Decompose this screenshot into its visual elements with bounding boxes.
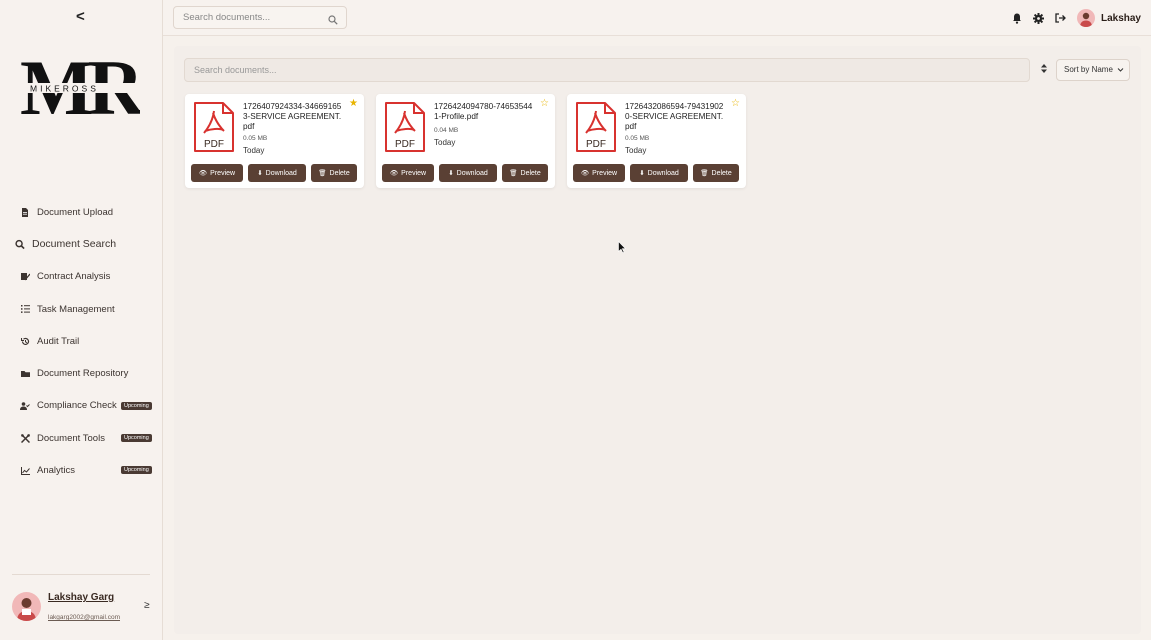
sidebar-item-label: Document Upload <box>37 206 114 218</box>
collapse-sidebar-button[interactable]: < <box>76 8 85 25</box>
star-filled-icon[interactable]: ★ <box>349 98 358 110</box>
file-size: 0.05 MB <box>243 135 268 142</box>
star-outline-icon[interactable]: ☆ <box>540 98 549 110</box>
sort-selected-value: Sort by Name <box>1064 65 1113 74</box>
eye-icon: 👁 <box>580 170 590 177</box>
user-check-icon <box>20 401 30 411</box>
sidebar-item-compliance-check[interactable]: Compliance Check Upcoming <box>0 390 163 422</box>
download-button[interactable]: ⬇ Download <box>439 164 497 182</box>
expand-user-menu-button[interactable]: ≥ <box>144 600 150 611</box>
tools-icon <box>20 433 30 443</box>
logout-icon[interactable] <box>1055 12 1067 24</box>
user-profile[interactable]: Lakshay Garg lakgarg2002@gmail.com ≥ <box>12 590 157 626</box>
sidebar: < MR MIKEROSS Document Upload Document S… <box>0 0 163 640</box>
avatar <box>12 592 41 621</box>
search-icon <box>15 239 25 250</box>
pdf-label: PDF <box>204 139 224 150</box>
delete-button[interactable]: 🗑 Delete <box>311 164 357 182</box>
user-email[interactable]: lakgarg2002@gmail.com <box>48 614 120 621</box>
top-search-placeholder: Search documents... <box>183 12 271 23</box>
file-date: Today <box>625 146 647 155</box>
sidebar-item-label: Contract Analysis <box>37 271 111 283</box>
document-search-placeholder: Search documents... <box>194 65 277 75</box>
search-icon[interactable] <box>328 12 338 33</box>
document-card[interactable]: PDF 1726424094780-746535441-Profile.pdf … <box>376 94 555 188</box>
sidebar-item-document-repository[interactable]: Document Repository <box>0 357 163 389</box>
documents-panel: Search documents... Sort by Name PDF 172… <box>174 46 1141 634</box>
file-date: Today <box>243 146 265 155</box>
sidebar-item-audit-trail[interactable]: Audit Trail <box>0 325 163 357</box>
top-search-input[interactable]: Search documents... <box>173 6 347 29</box>
user-name[interactable]: Lakshay Garg <box>48 592 114 603</box>
contract-icon <box>20 272 30 282</box>
delete-button[interactable]: 🗑 Delete <box>502 164 548 182</box>
upcoming-badge: Upcoming <box>121 466 152 475</box>
preview-button[interactable]: 👁 Preview <box>382 164 434 182</box>
file-icon <box>20 207 30 217</box>
download-button[interactable]: ⬇ Download <box>630 164 688 182</box>
sidebar-divider <box>12 574 150 575</box>
chevron-down-icon <box>1117 60 1124 88</box>
download-icon: ⬇ <box>257 170 263 177</box>
document-card[interactable]: PDF 1726407924334-346691653-SERVICE AGRE… <box>185 94 364 188</box>
top-user-name[interactable]: Lakshay <box>1101 13 1141 24</box>
sidebar-item-analytics[interactable]: Analytics Upcoming <box>0 454 163 486</box>
upcoming-badge: Upcoming <box>121 401 152 410</box>
document-search-input[interactable]: Search documents... <box>184 58 1030 82</box>
sidebar-item-label: Document Search <box>32 238 117 251</box>
preview-button[interactable]: 👁 Preview <box>573 164 625 182</box>
pdf-label: PDF <box>395 139 415 150</box>
file-name: 1726424094780-746535441-Profile.pdf <box>434 102 533 121</box>
pdf-icon: PDF <box>575 101 617 153</box>
history-icon <box>20 336 30 346</box>
eye-icon: 👁 <box>389 170 399 177</box>
trash-icon: 🗑 <box>318 170 327 177</box>
topbar: Search documents... Lakshay <box>163 0 1151 36</box>
download-button[interactable]: ⬇ Download <box>248 164 306 182</box>
sidebar-nav: Document Upload Document Search Contract… <box>0 196 163 487</box>
download-icon: ⬇ <box>448 170 454 177</box>
sidebar-item-task-management[interactable]: Task Management <box>0 293 163 325</box>
star-outline-icon[interactable]: ☆ <box>731 98 740 110</box>
avatar[interactable] <box>1076 9 1095 27</box>
upcoming-badge: Upcoming <box>121 434 152 443</box>
mouse-cursor-icon <box>618 240 627 254</box>
sidebar-item-contract-analysis[interactable]: Contract Analysis <box>0 261 163 293</box>
sidebar-item-document-tools[interactable]: Document Tools Upcoming <box>0 422 163 454</box>
eye-icon: 👁 <box>198 170 208 177</box>
folder-icon <box>20 369 30 379</box>
sidebar-item-document-search[interactable]: Document Search <box>0 228 163 260</box>
bell-icon[interactable] <box>1011 12 1023 24</box>
chart-icon <box>20 466 30 476</box>
sidebar-item-label: Analytics <box>37 465 76 477</box>
file-date: Today <box>434 138 456 147</box>
logo: MR MIKEROSS <box>20 44 152 131</box>
sidebar-item-label: Document Repository <box>37 368 129 380</box>
download-icon: ⬇ <box>639 170 645 177</box>
sidebar-item-label: Task Management <box>37 303 115 315</box>
preview-button[interactable]: 👁 Preview <box>191 164 243 182</box>
sidebar-item-label: Audit Trail <box>37 335 80 347</box>
file-size: 0.05 MB <box>625 135 650 142</box>
file-name: 1726432086594-794319020-SERVICE AGREEMEN… <box>625 102 724 131</box>
topbar-actions: Lakshay <box>1001 8 1141 28</box>
file-size: 0.04 MB <box>434 127 459 134</box>
logo-subtext: MIKEROSS <box>30 84 99 94</box>
trash-icon: 🗑 <box>700 170 709 177</box>
file-name: 1726407924334-346691653-SERVICE AGREEMEN… <box>243 102 342 131</box>
pdf-label: PDF <box>586 139 606 150</box>
trash-icon: 🗑 <box>509 170 518 177</box>
list-icon <box>20 304 30 314</box>
sidebar-item-label: Document Tools <box>37 432 105 444</box>
sort-icon[interactable] <box>1041 64 1047 75</box>
sidebar-item-document-upload[interactable]: Document Upload <box>0 196 163 228</box>
sort-select[interactable]: Sort by Name <box>1056 59 1130 81</box>
pdf-icon: PDF <box>384 101 426 153</box>
gear-icon[interactable] <box>1033 12 1045 24</box>
delete-button[interactable]: 🗑 Delete <box>693 164 739 182</box>
pdf-icon: PDF <box>193 101 235 153</box>
sidebar-item-label: Compliance Check <box>37 400 117 412</box>
document-card[interactable]: PDF 1726432086594-794319020-SERVICE AGRE… <box>567 94 746 188</box>
